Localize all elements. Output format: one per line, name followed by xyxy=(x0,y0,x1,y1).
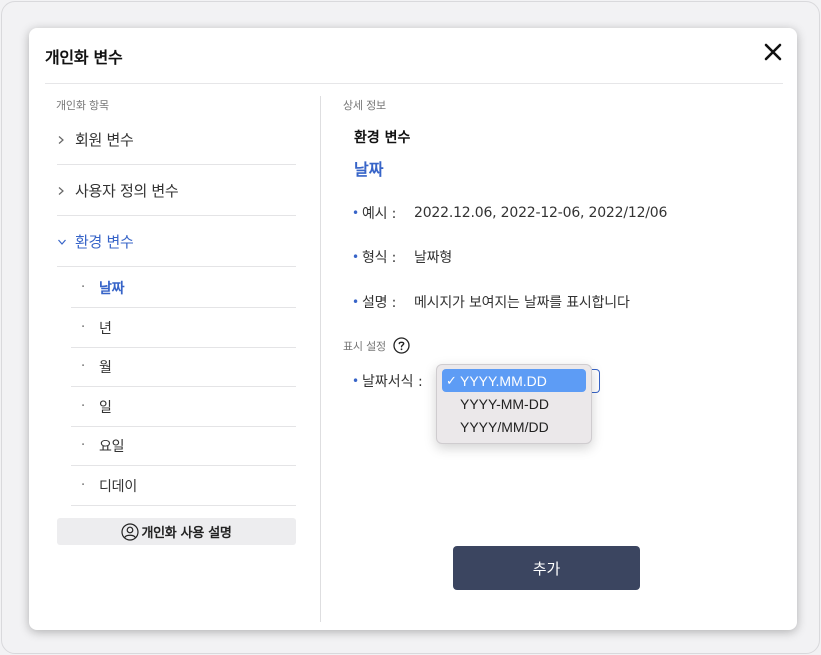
info-value: 날짜형 xyxy=(414,250,453,266)
personalization-guide-button[interactable]: 개인화 사용 설명 xyxy=(57,518,296,545)
person-circle-icon xyxy=(121,522,140,541)
tree-item-environment-variables[interactable]: 환경 변수 xyxy=(57,217,296,267)
tree-item-label: 환경 변수 xyxy=(75,233,134,251)
date-format-row: • 날짜서식 : xyxy=(352,371,423,391)
date-format-select[interactable] xyxy=(592,369,600,393)
personalization-modal: 개인화 변수 개인화 항목 회원 변수 사용자 정의 변수 환경 변수 · 날짜… xyxy=(29,28,797,630)
close-button[interactable] xyxy=(763,42,783,62)
date-format-dropdown: ✓ YYYY.MM.DD YYYY-MM-DD YYYY/MM/DD xyxy=(436,364,592,444)
detail-category-title: 환경 변수 xyxy=(354,130,411,146)
checkmark-icon: ✓ xyxy=(446,372,457,388)
tree-item-label: 회원 변수 xyxy=(75,131,134,149)
bullet: • xyxy=(352,206,359,220)
info-key: 형식 : xyxy=(362,250,397,266)
panel-divider xyxy=(320,96,321,622)
sub-item-label: 월 xyxy=(99,359,112,376)
display-settings-label: 표시 설정 xyxy=(343,337,410,354)
bullet: • xyxy=(352,374,360,388)
option-label: YYYY-MM-DD xyxy=(460,395,549,412)
sub-item-bullet: · xyxy=(81,438,86,453)
info-value: 2022.12.06, 2022-12-06, 2022/12/06 xyxy=(414,205,668,221)
close-icon xyxy=(764,43,782,61)
header-divider xyxy=(45,83,783,84)
display-settings-text: 표시 설정 xyxy=(343,339,386,353)
guide-button-label: 개인화 사용 설명 xyxy=(141,526,232,541)
tree-item-label: 사용자 정의 변수 xyxy=(75,182,179,200)
dropdown-option-dot[interactable]: ✓ YYYY.MM.DD xyxy=(442,369,586,392)
right-panel-label: 상세 정보 xyxy=(343,99,386,112)
window-frame: 개인화 변수 개인화 항목 회원 변수 사용자 정의 변수 환경 변수 · 날짜… xyxy=(1,1,820,654)
date-format-label: 날짜서식 : xyxy=(362,374,423,390)
sub-item-label: 디데이 xyxy=(99,478,138,495)
info-key: 설명 : xyxy=(362,295,397,311)
sub-item-label: 요일 xyxy=(99,438,125,455)
sub-item-month[interactable]: · 월 xyxy=(71,347,296,387)
info-row-description: • 설명 : 메시지가 보여지는 날짜를 표시합니다 xyxy=(352,292,630,312)
sub-item-year[interactable]: · 년 xyxy=(71,308,296,348)
option-label: YYYY/MM/DD xyxy=(460,418,549,435)
tree-item-custom-variables[interactable]: 사용자 정의 변수 xyxy=(57,166,296,216)
detail-item-title: 날짜 xyxy=(354,160,384,179)
sub-item-label: 년 xyxy=(99,320,112,337)
sub-item-label: 일 xyxy=(99,399,112,416)
modal-title: 개인화 변수 xyxy=(45,48,123,67)
info-key: 예시 : xyxy=(362,206,397,222)
info-value: 메시지가 보여지는 날짜를 표시합니다 xyxy=(414,295,630,311)
info-row-format: • 형식 : 날짜형 xyxy=(352,247,452,267)
info-row-example: • 예시 : 2022.12.06, 2022-12-06, 2022/12/0… xyxy=(352,203,667,223)
tree-item-member-variables[interactable]: 회원 변수 xyxy=(57,115,296,165)
chevron-down-icon xyxy=(57,238,73,246)
sub-item-bullet: · xyxy=(81,478,86,493)
sub-item-weekday[interactable]: · 요일 xyxy=(71,426,296,466)
question-circle-icon[interactable] xyxy=(393,337,410,354)
chevron-right-icon xyxy=(57,135,73,145)
sub-item-bullet: · xyxy=(81,320,86,335)
bullet: • xyxy=(352,295,359,309)
sub-item-date[interactable]: · 날짜 xyxy=(71,268,296,308)
sub-item-bullet: · xyxy=(81,399,86,414)
dropdown-option-dash[interactable]: YYYY-MM-DD xyxy=(442,392,586,415)
add-button[interactable]: 추가 xyxy=(453,546,640,590)
chevron-right-icon xyxy=(57,186,73,196)
sub-item-dday[interactable]: · 디데이 xyxy=(71,466,296,506)
sub-item-bullet: · xyxy=(81,280,86,295)
sub-item-bullet: · xyxy=(81,359,86,374)
option-label: YYYY.MM.DD xyxy=(460,372,547,389)
sub-item-day[interactable]: · 일 xyxy=(71,387,296,427)
dropdown-option-slash[interactable]: YYYY/MM/DD xyxy=(442,415,586,438)
sub-item-label: 날짜 xyxy=(99,280,125,297)
bullet: • xyxy=(352,250,359,264)
left-panel-label: 개인화 항목 xyxy=(56,99,109,112)
